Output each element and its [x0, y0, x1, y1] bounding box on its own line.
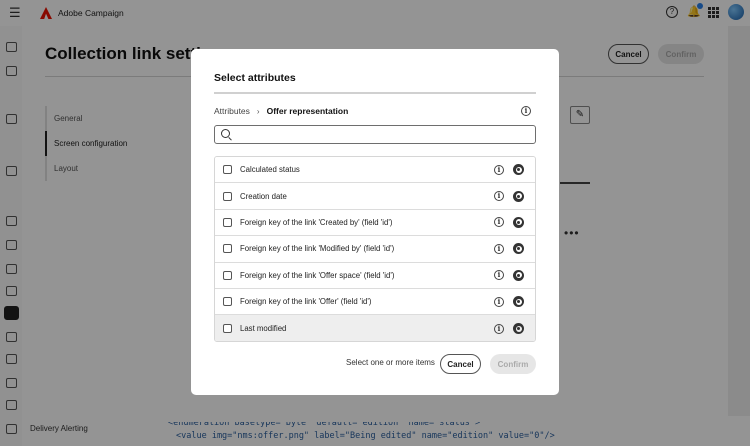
- info-icon[interactable]: i: [494, 296, 504, 307]
- list-item[interactable]: Foreign key of the link 'Offer space' (f…: [215, 262, 535, 289]
- checkbox[interactable]: [223, 324, 232, 334]
- select-attributes-dialog: Select attributes Attributes › Offer rep…: [191, 49, 559, 395]
- selection-hint: Select one or more items: [346, 358, 435, 367]
- dialog-divider: [214, 92, 536, 94]
- attribute-label: Creation date: [240, 191, 287, 201]
- attribute-list: Calculated status i Creation date i Fore…: [214, 156, 536, 342]
- list-item[interactable]: Creation date i: [215, 183, 535, 210]
- info-icon[interactable]: i: [494, 217, 504, 228]
- attribute-label: Foreign key of the link 'Modified by' (f…: [240, 244, 395, 254]
- breadcrumb: Attributes › Offer representation: [214, 106, 348, 116]
- checkbox[interactable]: [223, 270, 232, 280]
- attribute-label: Last modified: [240, 324, 287, 334]
- attribute-settings-icon[interactable]: [513, 269, 524, 281]
- chevron-right-icon: ›: [256, 106, 260, 116]
- dialog-cancel-button[interactable]: Cancel: [440, 354, 481, 374]
- list-item[interactable]: Last modified i: [215, 315, 535, 341]
- list-item[interactable]: Calculated status i: [215, 157, 535, 184]
- info-icon[interactable]: i: [494, 323, 504, 334]
- info-icon[interactable]: i: [494, 164, 504, 175]
- list-item[interactable]: Foreign key of the link 'Modified by' (f…: [215, 236, 535, 263]
- attribute-settings-icon[interactable]: [513, 190, 524, 202]
- attribute-label: Foreign key of the link 'Offer space' (f…: [240, 270, 395, 280]
- attribute-label: Calculated status: [240, 165, 300, 175]
- info-icon[interactable]: i: [494, 191, 504, 202]
- attribute-label: Foreign key of the link 'Created by' (fi…: [240, 217, 393, 227]
- breadcrumb-current: Offer representation: [266, 106, 349, 116]
- dialog-confirm-button[interactable]: Confirm: [490, 354, 536, 374]
- attribute-settings-icon[interactable]: [513, 243, 524, 255]
- attribute-settings-icon[interactable]: [513, 323, 524, 335]
- attribute-settings-icon[interactable]: [513, 296, 524, 308]
- breadcrumb-root[interactable]: Attributes: [214, 106, 250, 116]
- checkbox[interactable]: [223, 191, 232, 201]
- checkbox[interactable]: [223, 165, 232, 175]
- attribute-label: Foreign key of the link 'Offer' (field '…: [240, 297, 372, 307]
- checkbox[interactable]: [223, 217, 232, 227]
- checkbox[interactable]: [223, 297, 232, 307]
- attribute-settings-icon[interactable]: [513, 164, 524, 176]
- list-item[interactable]: Foreign key of the link 'Created by' (fi…: [215, 209, 535, 237]
- checkbox[interactable]: [223, 244, 232, 254]
- info-icon[interactable]: i: [494, 243, 504, 254]
- attribute-settings-icon[interactable]: [513, 216, 524, 228]
- search-input[interactable]: [214, 125, 536, 144]
- dialog-title: Select attributes: [214, 72, 296, 84]
- list-item[interactable]: Foreign key of the link 'Offer' (field '…: [215, 288, 535, 316]
- search-icon: [221, 129, 230, 138]
- info-icon[interactable]: i: [521, 106, 531, 116]
- info-icon[interactable]: i: [494, 270, 504, 281]
